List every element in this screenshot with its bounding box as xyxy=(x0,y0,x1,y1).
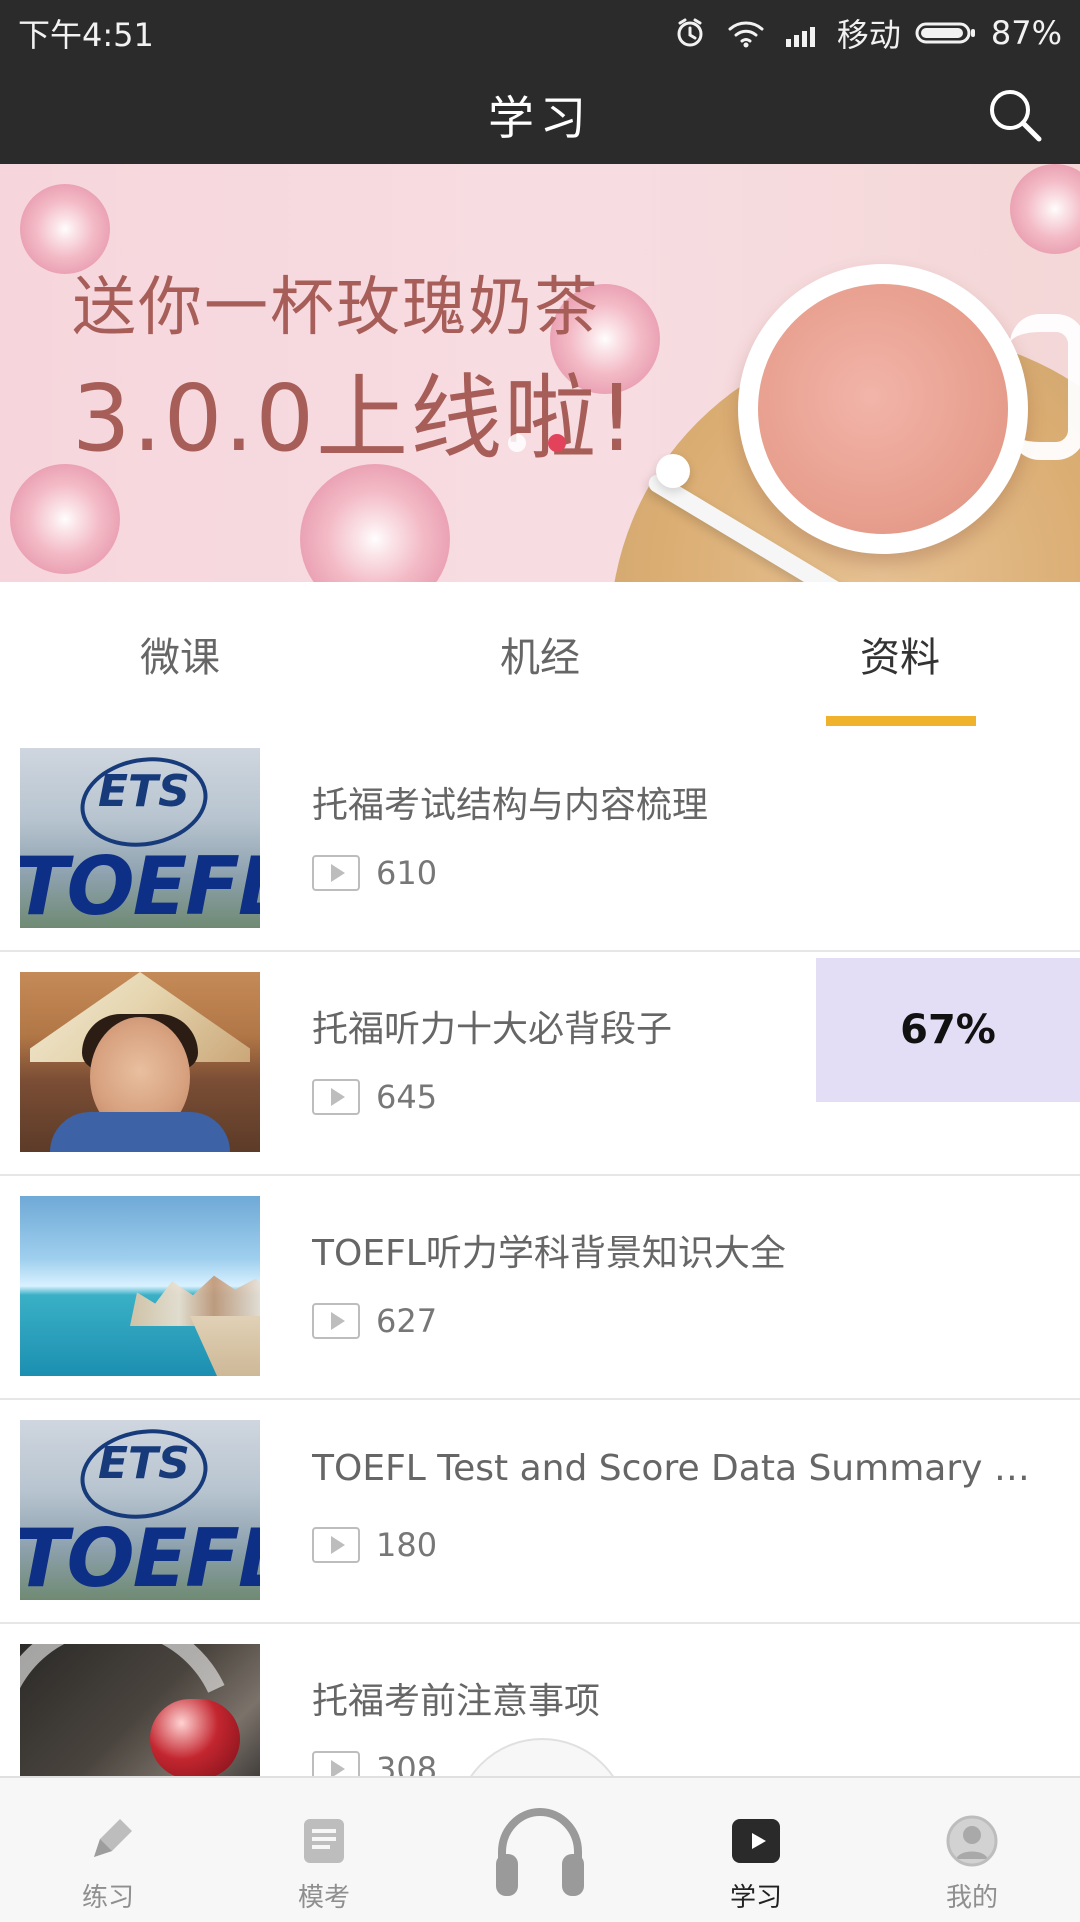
download-progress-badge: 67% xyxy=(816,958,1080,1102)
nav-label: 练习 xyxy=(81,1883,134,1913)
play-count: 645 xyxy=(376,1078,438,1116)
materials-list: ETS TOEFL 托福考试结构与内容梳理 610 托福听力十大必背段子 645… xyxy=(0,726,1080,1776)
page-title: 学习 xyxy=(488,91,592,145)
active-tab-indicator xyxy=(826,716,976,726)
play-icon xyxy=(728,1813,784,1869)
list-item-meta: 308 xyxy=(312,1750,437,1776)
alarm-icon xyxy=(669,15,711,51)
nav-me[interactable]: 我的 xyxy=(864,1778,1080,1922)
document-icon xyxy=(296,1813,352,1869)
beach xyxy=(190,1316,260,1376)
tab-micro-course[interactable]: 微课 xyxy=(0,582,360,726)
play-count-icon xyxy=(312,1303,360,1339)
nav-mock-exam[interactable]: 模考 xyxy=(216,1778,432,1922)
rose-decoration xyxy=(10,464,120,574)
tab-bar: 微课 机经 资料 xyxy=(0,582,1080,728)
banner-page-indicator xyxy=(508,434,566,452)
nav-study[interactable]: 学习 xyxy=(648,1778,864,1922)
tab-materials[interactable]: 资料 xyxy=(720,582,1080,726)
play-count-icon xyxy=(312,1079,360,1115)
play-count: 308 xyxy=(376,1750,438,1776)
thumbnail-toefl: ETS TOEFL xyxy=(20,748,260,928)
search-button[interactable] xyxy=(984,84,1046,146)
rose-decoration xyxy=(300,464,450,582)
thumbnail-toefl: ETS TOEFL xyxy=(20,1420,260,1600)
carrier-label: 移动 xyxy=(836,16,901,54)
tab-label: 资料 xyxy=(860,635,940,681)
headphones-icon xyxy=(480,1790,600,1910)
cup-handle xyxy=(1010,314,1080,460)
play-count: 180 xyxy=(376,1526,438,1564)
status-right: 移动 87% xyxy=(669,10,1062,56)
nav-label: 我的 xyxy=(945,1883,998,1913)
thumbnail-coastal-town xyxy=(20,1196,260,1376)
status-bar: 下午4:51 移动 87% xyxy=(0,0,1080,60)
play-count-icon xyxy=(312,855,360,891)
banner-line-1: 送你一杯玫瑰奶茶 xyxy=(72,271,600,345)
ets-logo-text: ETS xyxy=(98,1438,190,1489)
toefl-logo-text: TOEFL xyxy=(20,840,260,928)
list-item-title: TOEFL听力学科背景知识大全 xyxy=(312,1233,786,1274)
thumbnail-student-with-book xyxy=(20,972,260,1152)
list-item[interactable]: TOEFL听力学科背景知识大全 627 xyxy=(0,1174,1080,1400)
nav-audio[interactable] xyxy=(432,1778,648,1922)
boxing-glove xyxy=(150,1699,240,1776)
tea-cup xyxy=(738,264,1028,554)
list-item-meta: 180 xyxy=(312,1526,437,1564)
toefl-logo-text: TOEFL xyxy=(20,1512,260,1600)
list-item[interactable]: ETS TOEFL 托福考试结构与内容梳理 610 xyxy=(0,726,1080,952)
list-item-meta: 627 xyxy=(312,1302,437,1340)
banner-line-2: 3.0.0上线啦! xyxy=(72,365,637,472)
nav-label: 模考 xyxy=(297,1883,350,1913)
banner-dot-1[interactable] xyxy=(508,434,526,452)
play-count-icon xyxy=(312,1751,360,1776)
nav-label: 学习 xyxy=(729,1883,782,1913)
download-progress-label: 67% xyxy=(900,1007,996,1053)
list-item-title: TOEFL Test and Score Data Summary 20... xyxy=(312,1448,1052,1489)
status-time: 下午4:51 xyxy=(18,16,154,54)
list-item-title: 托福考前注意事项 xyxy=(312,1681,601,1722)
play-count: 610 xyxy=(376,854,438,892)
search-icon xyxy=(990,90,1042,142)
ets-logo-text: ETS xyxy=(98,766,190,817)
thumbnail-boxing-glove xyxy=(20,1644,260,1776)
list-item-title: 托福考试结构与内容梳理 xyxy=(312,785,709,826)
tab-label: 微课 xyxy=(140,635,220,681)
battery-percent: 87% xyxy=(990,14,1062,52)
top-app-bar: 学习 xyxy=(0,60,1080,164)
list-item[interactable]: 托福听力十大必背段子 645 67% xyxy=(0,950,1080,1176)
pencil-icon xyxy=(80,1813,136,1869)
spoon-head xyxy=(656,454,690,488)
banner-dot-2[interactable] xyxy=(548,434,566,452)
tab-jijing[interactable]: 机经 xyxy=(360,582,720,726)
list-item-meta: 645 xyxy=(312,1078,437,1116)
list-item[interactable]: ETS TOEFL TOEFL Test and Score Data Summ… xyxy=(0,1398,1080,1624)
battery-icon xyxy=(915,15,977,51)
promo-banner[interactable]: 送你一杯玫瑰奶茶 3.0.0上线啦! xyxy=(0,164,1080,582)
play-count: 627 xyxy=(376,1302,438,1340)
shirt xyxy=(50,1112,230,1152)
nav-practice[interactable]: 练习 xyxy=(0,1778,216,1922)
tab-label: 机经 xyxy=(500,635,580,681)
user-icon xyxy=(944,1813,1000,1869)
wifi-icon xyxy=(725,15,767,51)
signal-icon xyxy=(781,15,823,51)
play-count-icon xyxy=(312,1527,360,1563)
tea xyxy=(758,284,1008,534)
rose-decoration xyxy=(1010,164,1080,254)
list-item-title: 托福听力十大必背段子 xyxy=(312,1009,673,1050)
bottom-navigation: 练习 模考 学习 我的 xyxy=(0,1776,1080,1922)
list-item-meta: 610 xyxy=(312,854,437,892)
